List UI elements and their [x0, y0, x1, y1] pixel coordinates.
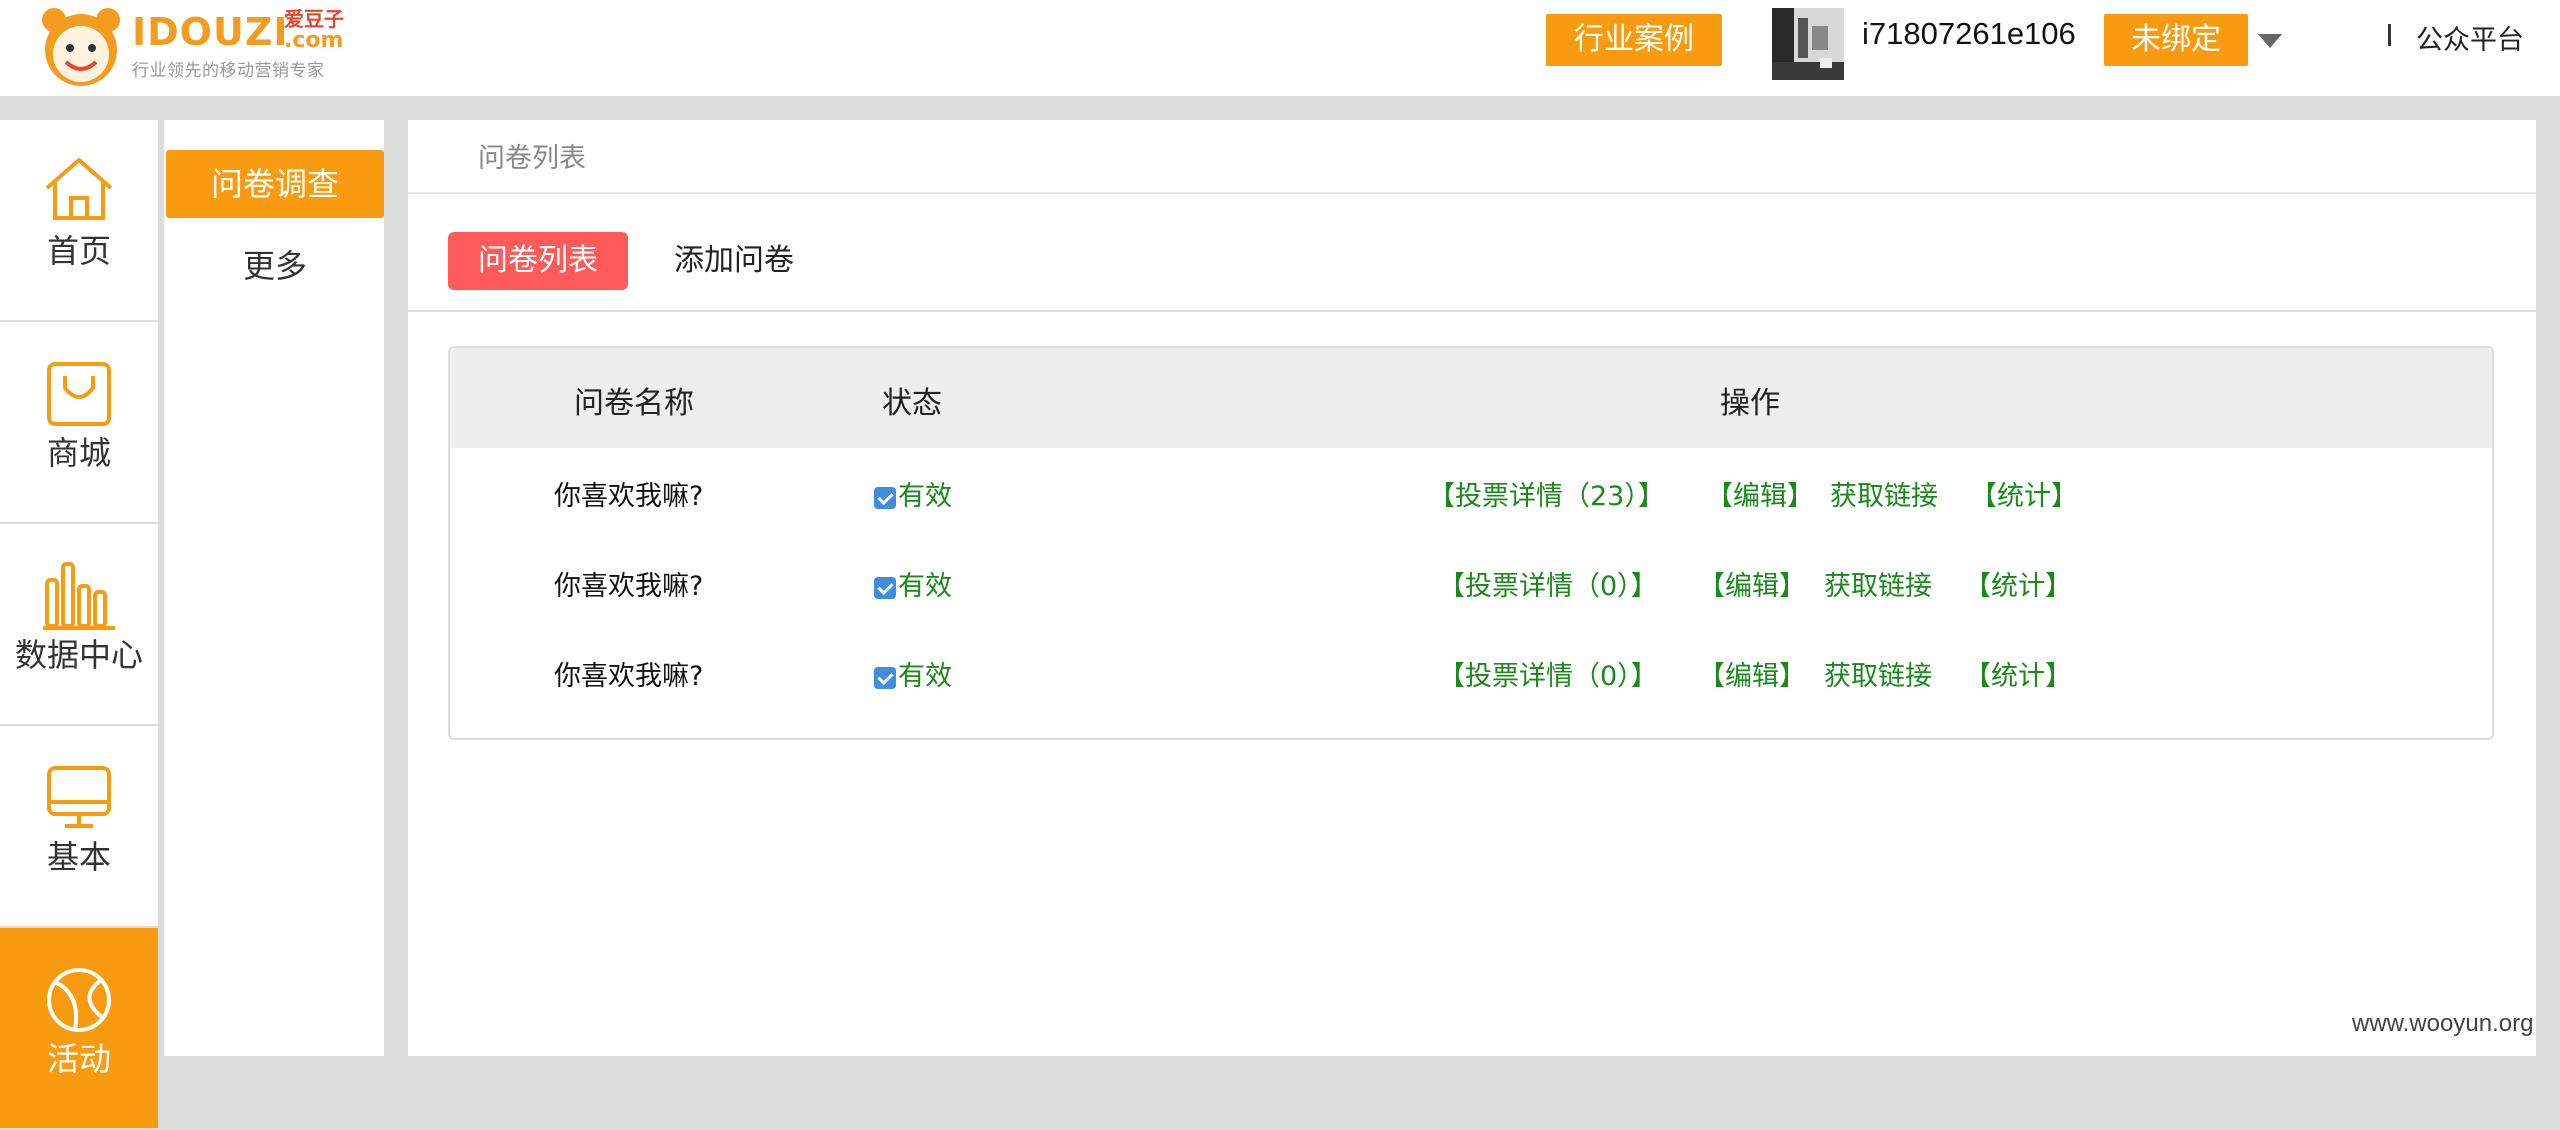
sidebar-item-home[interactable]: 首页: [0, 120, 158, 322]
bar-chart-icon: [43, 562, 115, 630]
unbound-button[interactable]: 未绑定: [2104, 14, 2248, 66]
sidebar: 首页 商城 数据中心 基本 活动: [0, 120, 158, 1130]
divider: [408, 310, 2536, 312]
breadcrumb: 问卷列表: [478, 143, 586, 174]
statistics-link[interactable]: 【统计】: [1964, 654, 2072, 693]
sidebar-item-activity[interactable]: 活动: [0, 928, 158, 1130]
get-link-link[interactable]: 获取链接: [1830, 474, 1938, 513]
status-cell: 有效: [874, 564, 952, 603]
sidebar-item-label: 数据中心: [14, 636, 143, 674]
submenu: 问卷调查 更多: [164, 120, 384, 1056]
main-content: 问卷列表 问卷列表 添加问卷 问卷名称 状态 操作 你喜欢我嘛? 有效 【投票详…: [408, 120, 2536, 1056]
checkbox-checked-icon[interactable]: [874, 667, 896, 689]
checkbox-checked-icon[interactable]: [874, 577, 896, 599]
sidebar-item-label: 基本: [46, 838, 111, 876]
survey-name: 你喜欢我嘛?: [554, 661, 704, 692]
sidebar-item-label: 商城: [46, 434, 111, 472]
vote-details-link[interactable]: 【投票详情（23）】: [1428, 474, 1665, 513]
status-text: 有效: [898, 571, 952, 602]
table-row: 你喜欢我嘛? 有效 【投票详情（0）】 【编辑】 获取链接 【统计】: [450, 538, 2492, 628]
table-row: 你喜欢我嘛? 有效 【投票详情（0）】 【编辑】 获取链接 【统计】: [450, 628, 2492, 718]
checkbox-checked-icon[interactable]: [874, 487, 896, 509]
column-header-name: 问卷名称: [574, 386, 694, 421]
tab-survey-list[interactable]: 问卷列表: [448, 232, 628, 290]
status-cell: 有效: [874, 474, 952, 513]
logo-cn-name: 爱豆子: [284, 7, 344, 31]
statistics-link[interactable]: 【统计】: [1964, 564, 2072, 603]
sidebar-item-mall[interactable]: 商城: [0, 322, 158, 524]
industry-cases-button[interactable]: 行业案例: [1546, 14, 1722, 66]
vote-details-link[interactable]: 【投票详情（0）】: [1438, 564, 1658, 603]
header-separator: [2388, 24, 2391, 46]
divider: [408, 192, 2536, 194]
avatar-image: [1772, 8, 1844, 80]
submenu-item-more[interactable]: 更多: [166, 232, 384, 300]
logo-domain: .com: [284, 28, 344, 53]
tab-add-survey[interactable]: 添加问卷: [654, 232, 814, 290]
survey-table: 问卷名称 状态 操作 你喜欢我嘛? 有效 【投票详情（23）】 【编辑】 获取链…: [448, 346, 2494, 740]
public-platform-link[interactable]: 公众平台: [2416, 18, 2524, 57]
ball-icon: [47, 968, 111, 1032]
logo[interactable]: IDOUZI 爱豆子 .com 行业领先的移动营销专家: [38, 0, 358, 90]
avatar[interactable]: [1772, 8, 1844, 80]
survey-name: 你喜欢我嘛?: [554, 571, 704, 602]
sidebar-item-data-center[interactable]: 数据中心: [0, 524, 158, 726]
shopping-bag-icon: [47, 362, 111, 426]
status-cell: 有效: [874, 654, 952, 693]
chevron-down-icon[interactable]: [2258, 34, 2282, 48]
top-header: IDOUZI 爱豆子 .com 行业领先的移动营销专家 行业案例 i718072…: [0, 0, 2560, 96]
survey-name: 你喜欢我嘛?: [554, 481, 704, 512]
table-header: 问卷名称 状态 操作: [450, 348, 2492, 448]
username: i71807261e106: [1862, 16, 2076, 51]
logo-wordmark: IDOUZI: [132, 10, 289, 54]
status-text: 有效: [898, 661, 952, 692]
column-header-actions: 操作: [1720, 386, 1780, 421]
sidebar-item-basic[interactable]: 基本: [0, 726, 158, 928]
edit-link[interactable]: 【编辑】: [1698, 654, 1806, 693]
monitor-icon: [47, 766, 111, 828]
vote-details-link[interactable]: 【投票详情（0）】: [1438, 654, 1658, 693]
get-link-link[interactable]: 获取链接: [1824, 654, 1932, 693]
column-header-status: 状态: [882, 386, 942, 421]
sidebar-item-label: 首页: [46, 232, 111, 270]
submenu-item-survey[interactable]: 问卷调查: [166, 150, 384, 218]
get-link-link[interactable]: 获取链接: [1824, 564, 1932, 603]
home-icon: [45, 158, 113, 220]
sidebar-item-label: 活动: [46, 1040, 111, 1078]
edit-link[interactable]: 【编辑】: [1706, 474, 1814, 513]
logo-tagline: 行业领先的移动营销专家: [132, 61, 325, 81]
table-row: 你喜欢我嘛? 有效 【投票详情（23）】 【编辑】 获取链接 【统计】: [450, 448, 2492, 538]
statistics-link[interactable]: 【统计】: [1970, 474, 2078, 513]
status-text: 有效: [898, 481, 952, 512]
edit-link[interactable]: 【编辑】: [1698, 564, 1806, 603]
logo-mascot-icon: [42, 8, 120, 86]
watermark: www.wooyun.org: [2352, 1010, 2534, 1037]
